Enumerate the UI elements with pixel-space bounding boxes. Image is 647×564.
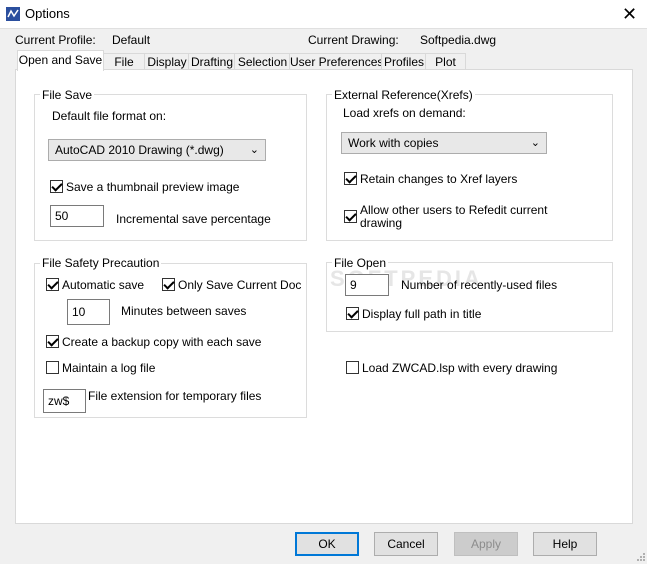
minutes-label: Minutes between saves xyxy=(121,304,247,318)
thumbnail-label: Save a thumbnail preview image xyxy=(66,180,240,194)
full-path-checkbox[interactable] xyxy=(346,307,359,320)
load-lsp-checkbox[interactable] xyxy=(346,361,359,374)
xrefs-load-select[interactable]: Work with copies ⌄ xyxy=(341,132,547,154)
temp-extension-input[interactable]: zw$ xyxy=(43,389,86,413)
log-file-checkbox[interactable] xyxy=(46,361,59,374)
allow-refedit-label: Allow other users to Refedit current dra… xyxy=(360,203,548,230)
tab-open-and-save[interactable]: Open and Save xyxy=(17,50,104,71)
log-file-label: Maintain a log file xyxy=(62,361,156,375)
title-bar xyxy=(0,0,647,29)
automatic-save-label: Automatic save xyxy=(62,278,145,292)
file-format-select[interactable]: AutoCAD 2010 Drawing (*.dwg) ⌄ xyxy=(48,139,266,161)
window-title: Options xyxy=(25,6,70,21)
recent-files-input[interactable]: 9 xyxy=(345,274,389,296)
file-format-value: AutoCAD 2010 Drawing (*.dwg) xyxy=(55,143,224,157)
load-lsp-label: Load ZWCAD.lsp with every drawing xyxy=(362,361,558,375)
incremental-save-input[interactable]: 50 xyxy=(50,205,104,227)
minutes-input[interactable]: 10 xyxy=(67,299,110,325)
only-save-current-label: Only Save Current Doc xyxy=(178,278,302,292)
zwcad-app-icon xyxy=(6,7,20,21)
file-safety-title: File Safety Precaution xyxy=(40,256,162,270)
apply-button[interactable]: Apply xyxy=(454,532,518,556)
current-profile-label: Current Profile: xyxy=(15,33,96,47)
chevron-down-icon: ⌄ xyxy=(530,137,540,149)
full-path-label: Display full path in title xyxy=(362,307,482,321)
current-drawing-value: Softpedia.dwg xyxy=(420,33,497,47)
current-drawing-label: Current Drawing: xyxy=(308,33,399,47)
file-open-title: File Open xyxy=(332,256,389,270)
file-open-group xyxy=(326,262,613,332)
current-profile-value: Default xyxy=(112,33,151,47)
backup-copy-label: Create a backup copy with each save xyxy=(62,335,262,349)
cancel-button[interactable]: Cancel xyxy=(374,532,438,556)
incremental-save-label: Incremental save percentage xyxy=(116,212,271,226)
help-button[interactable]: Help xyxy=(533,532,597,556)
only-save-current-checkbox[interactable] xyxy=(162,278,175,291)
file-save-title: File Save xyxy=(40,88,95,102)
backup-copy-checkbox[interactable] xyxy=(46,335,59,348)
close-icon[interactable]: ✕ xyxy=(612,0,647,28)
automatic-save-checkbox[interactable] xyxy=(46,278,59,291)
thumbnail-checkbox[interactable] xyxy=(50,180,63,193)
xrefs-title: External Reference(Xrefs) xyxy=(332,88,475,102)
xrefs-load-value: Work with copies xyxy=(348,136,439,150)
chevron-down-icon: ⌄ xyxy=(249,144,259,156)
ok-button[interactable]: OK xyxy=(295,532,359,556)
recent-files-label: Number of recently-used files xyxy=(401,278,558,292)
xrefs-load-label: Load xrefs on demand: xyxy=(343,106,466,120)
temp-extension-label: File extension for temporary files xyxy=(88,389,262,403)
allow-refedit-checkbox[interactable] xyxy=(344,210,357,223)
retain-xref-label: Retain changes to Xref layers xyxy=(360,172,518,186)
resize-grip-icon[interactable] xyxy=(635,550,645,561)
retain-xref-checkbox[interactable] xyxy=(344,172,357,185)
file-format-label: Default file format on: xyxy=(52,109,167,123)
